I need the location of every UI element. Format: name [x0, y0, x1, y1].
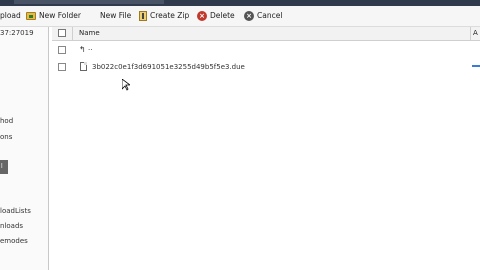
sidebar-item-emodes[interactable]: emodes — [0, 237, 28, 245]
new-file-button[interactable]: New File — [100, 10, 131, 22]
parent-folder-label[interactable]: .. — [88, 44, 92, 52]
new-folder-label: New Folder — [39, 11, 81, 20]
row-checkbox[interactable] — [58, 63, 66, 71]
upload-label: pload — [0, 11, 21, 20]
sidebar-item-ons[interactable]: ons — [0, 133, 12, 141]
window-title — [14, 0, 164, 4]
column-header-name[interactable]: Name — [79, 29, 100, 37]
sidebar-item-loadlists[interactable]: loadLists — [0, 207, 31, 215]
row-checkbox[interactable] — [58, 46, 66, 54]
column-divider — [72, 27, 73, 40]
file-icon — [80, 62, 87, 71]
file-list: Name A ↰ .. 3b022c0e1f3d691051e3255d49b5… — [52, 27, 480, 270]
delete-label: Delete — [210, 11, 235, 20]
sidebar-item-hod[interactable]: hod — [0, 117, 13, 125]
delete-button[interactable]: × Delete — [197, 10, 235, 22]
toolbar: pload New Folder New File Create Zip × De… — [0, 6, 480, 27]
column-divider — [470, 27, 471, 40]
delete-icon: × — [197, 11, 207, 21]
table-row[interactable]: 3b022c0e1f3d691051e3255d49b5f5e3.due — [52, 60, 480, 74]
new-folder-icon — [26, 12, 36, 20]
create-zip-button[interactable]: Create Zip — [139, 10, 189, 22]
zip-icon — [139, 11, 147, 21]
new-file-label: New File — [100, 11, 132, 20]
cancel-button[interactable]: × Cancel — [244, 10, 282, 22]
file-name[interactable]: 3b022c0e1f3d691051e3255d49b5f5e3.due — [92, 63, 245, 71]
table-header: Name A — [52, 27, 480, 41]
create-zip-label: Create Zip — [150, 11, 190, 20]
row-action-icon[interactable] — [472, 65, 480, 67]
column-header-extra[interactable]: A — [473, 29, 478, 37]
sidebar-item-nloads[interactable]: nloads — [0, 222, 23, 230]
sidebar-selected-text: l — [1, 163, 3, 170]
new-folder-button[interactable]: New Folder — [26, 10, 81, 22]
sidebar: 37:27019 hod ons l loadLists nloads emod… — [0, 27, 49, 270]
cancel-icon: × — [244, 11, 254, 21]
sidebar-item-path[interactable]: 37:27019 — [0, 29, 34, 37]
parent-folder-icon[interactable]: ↰ — [79, 45, 86, 54]
select-all-checkbox[interactable] — [58, 29, 66, 37]
table-row-parent[interactable]: ↰ .. — [52, 43, 480, 57]
cancel-label: Cancel — [257, 11, 283, 20]
mouse-cursor-icon — [122, 79, 130, 91]
sidebar-selected-block[interactable]: l — [0, 160, 8, 174]
upload-button[interactable]: pload — [0, 10, 21, 22]
